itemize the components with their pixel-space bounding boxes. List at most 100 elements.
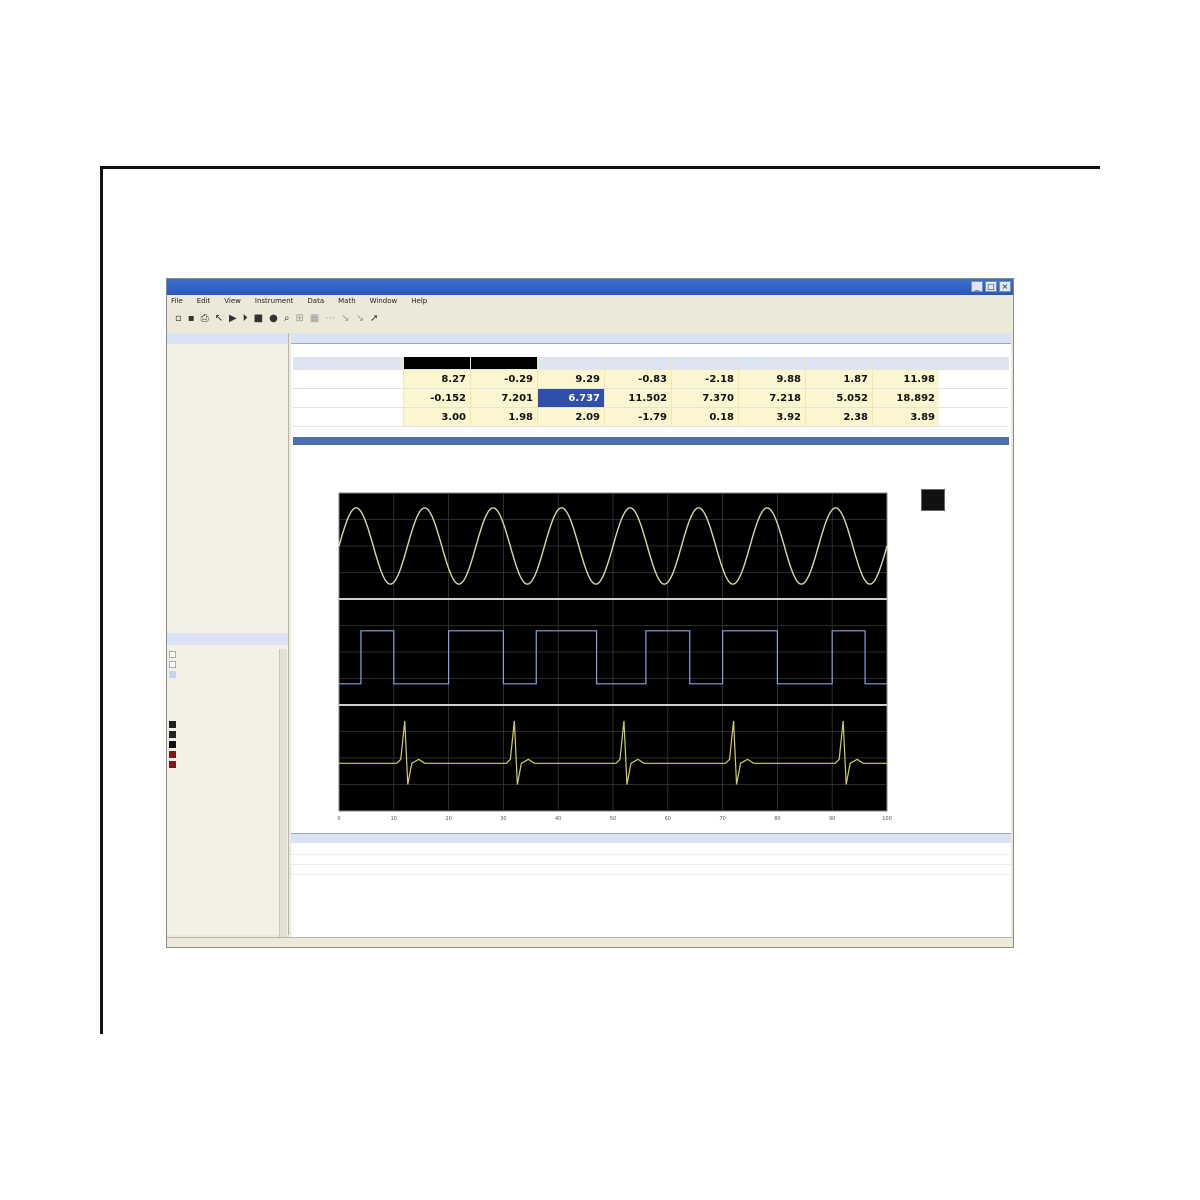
reading-cell[interactable]: 11.98 bbox=[872, 370, 939, 388]
log-row[interactable] bbox=[291, 855, 1011, 865]
option-row[interactable] bbox=[169, 669, 285, 679]
readings-row[interactable]: 3.00 1.98 2.09 -1.79 0.18 3.92 2.38 3.89 bbox=[293, 408, 1009, 427]
print-icon[interactable]: ⎙ bbox=[201, 313, 209, 325]
zoom-icon[interactable]: ⌕ bbox=[284, 313, 290, 325]
info-cell bbox=[651, 447, 770, 457]
log-cell bbox=[511, 855, 541, 864]
new-icon[interactable]: ▫ bbox=[175, 313, 182, 325]
option-row[interactable] bbox=[169, 679, 285, 689]
log-table bbox=[291, 845, 1011, 875]
nav-item[interactable] bbox=[167, 615, 288, 629]
reading-cell[interactable]: 2.09 bbox=[537, 408, 604, 426]
nav-item[interactable] bbox=[167, 384, 288, 401]
reading-cell[interactable]: 7.218 bbox=[738, 389, 805, 407]
reading-cell[interactable]: 18.892 bbox=[872, 389, 939, 407]
menu-edit[interactable]: Edit bbox=[197, 297, 211, 309]
reading-cell[interactable]: -0.29 bbox=[470, 370, 537, 388]
reading-cell[interactable]: 0.18 bbox=[671, 408, 738, 426]
maximize-button[interactable]: □ bbox=[985, 281, 997, 292]
option-row[interactable] bbox=[169, 799, 285, 809]
stop-icon[interactable]: ■ bbox=[254, 313, 263, 325]
menu-file[interactable]: File bbox=[171, 297, 183, 309]
reading-cell[interactable]: 7.370 bbox=[671, 389, 738, 407]
options-scrollbar[interactable] bbox=[279, 649, 287, 939]
x-tick-label: 80 bbox=[774, 816, 780, 822]
waveform-chart[interactable]: 0 10 20 30 40 50 60 70 80 90 100 bbox=[291, 473, 1011, 829]
tab-strip[interactable] bbox=[291, 344, 1011, 354]
grid-icon[interactable]: ▦ bbox=[310, 313, 319, 325]
log-row[interactable] bbox=[291, 865, 1011, 875]
nav-item[interactable] bbox=[167, 350, 288, 367]
option-row[interactable] bbox=[169, 819, 285, 829]
save-icon[interactable]: ▪ bbox=[188, 313, 195, 325]
option-row[interactable] bbox=[169, 649, 285, 659]
nav-item[interactable] bbox=[167, 401, 288, 418]
nav-item[interactable] bbox=[167, 587, 288, 601]
option-row[interactable] bbox=[169, 779, 285, 789]
nav-item[interactable] bbox=[167, 573, 288, 587]
reading-cell[interactable]: 3.00 bbox=[403, 408, 470, 426]
menu-instrument[interactable]: Instrument bbox=[255, 297, 294, 309]
option-row[interactable] bbox=[169, 739, 285, 749]
play-icon[interactable]: ▶ bbox=[229, 313, 237, 325]
readings-row[interactable]: -0.152 7.201 6.737 11.502 7.370 7.218 5.… bbox=[293, 389, 1009, 408]
column-header bbox=[671, 357, 738, 369]
pointer-icon[interactable]: ➚ bbox=[370, 313, 378, 325]
reading-cell[interactable]: -0.83 bbox=[604, 370, 671, 388]
option-row[interactable] bbox=[169, 719, 285, 729]
reading-cell[interactable]: 8.27 bbox=[403, 370, 470, 388]
option-row[interactable] bbox=[169, 659, 285, 669]
option-row[interactable] bbox=[169, 749, 285, 759]
measure-icon[interactable]: ⊞ bbox=[295, 313, 303, 325]
marker-icon[interactable]: ⋯ bbox=[325, 313, 335, 325]
close-button[interactable]: × bbox=[999, 281, 1011, 292]
arrow-tool-icon[interactable]: ↘ bbox=[341, 313, 349, 325]
menu-help[interactable]: Help bbox=[411, 297, 427, 309]
nav-item[interactable] bbox=[167, 435, 288, 452]
log-cell bbox=[401, 865, 511, 874]
cursor-icon[interactable]: ↖ bbox=[215, 313, 223, 325]
reading-cell[interactable]: -1.79 bbox=[604, 408, 671, 426]
reading-cell[interactable]: 1.87 bbox=[805, 370, 872, 388]
option-row[interactable] bbox=[169, 759, 285, 769]
reading-cell[interactable]: -0.152 bbox=[403, 389, 470, 407]
arrow-tool-2-icon[interactable]: ↘ bbox=[356, 313, 364, 325]
option-row[interactable] bbox=[169, 769, 285, 779]
reading-cell[interactable]: 2.38 bbox=[805, 408, 872, 426]
app-window: _ □ × File Edit View Instrument Data Mat… bbox=[166, 278, 1014, 948]
reading-cell[interactable]: 11.502 bbox=[604, 389, 671, 407]
log-cell bbox=[311, 855, 401, 864]
log-header-row bbox=[291, 845, 1011, 855]
option-row[interactable] bbox=[169, 829, 285, 839]
option-row[interactable] bbox=[169, 809, 285, 819]
reading-cell[interactable]: -2.18 bbox=[671, 370, 738, 388]
nav-item[interactable] bbox=[167, 601, 288, 615]
x-tick-label: 0 bbox=[337, 816, 340, 822]
menu-data[interactable]: Data bbox=[307, 297, 324, 309]
chart-svg[interactable]: 0 10 20 30 40 50 60 70 80 90 100 bbox=[291, 473, 1011, 829]
nav-item[interactable] bbox=[167, 367, 288, 384]
reading-cell[interactable]: 9.88 bbox=[738, 370, 805, 388]
reading-cell[interactable]: 3.92 bbox=[738, 408, 805, 426]
reading-cell[interactable]: 9.29 bbox=[537, 370, 604, 388]
nav-item[interactable] bbox=[167, 452, 288, 469]
reading-cell[interactable]: 3.89 bbox=[872, 408, 939, 426]
option-row[interactable] bbox=[169, 709, 285, 719]
reading-cell[interactable]: 1.98 bbox=[470, 408, 537, 426]
menu-window[interactable]: Window bbox=[370, 297, 398, 309]
reading-cell[interactable]: 5.052 bbox=[805, 389, 872, 407]
nav-item[interactable] bbox=[167, 469, 288, 486]
reading-cell[interactable]: 7.201 bbox=[470, 389, 537, 407]
play-forward-icon[interactable]: ⏵ bbox=[243, 313, 248, 325]
menu-view[interactable]: View bbox=[224, 297, 241, 309]
reading-cell-selected[interactable]: 6.737 bbox=[537, 389, 604, 407]
record-icon[interactable]: ● bbox=[269, 313, 278, 325]
readings-row[interactable]: 8.27 -0.29 9.29 -0.83 -2.18 9.88 1.87 11… bbox=[293, 370, 1009, 389]
option-row[interactable] bbox=[169, 689, 285, 699]
option-row[interactable] bbox=[169, 699, 285, 709]
nav-item[interactable] bbox=[167, 418, 288, 435]
minimize-button[interactable]: _ bbox=[971, 281, 983, 292]
menu-math[interactable]: Math bbox=[338, 297, 356, 309]
option-row[interactable] bbox=[169, 789, 285, 799]
option-row[interactable] bbox=[169, 729, 285, 739]
